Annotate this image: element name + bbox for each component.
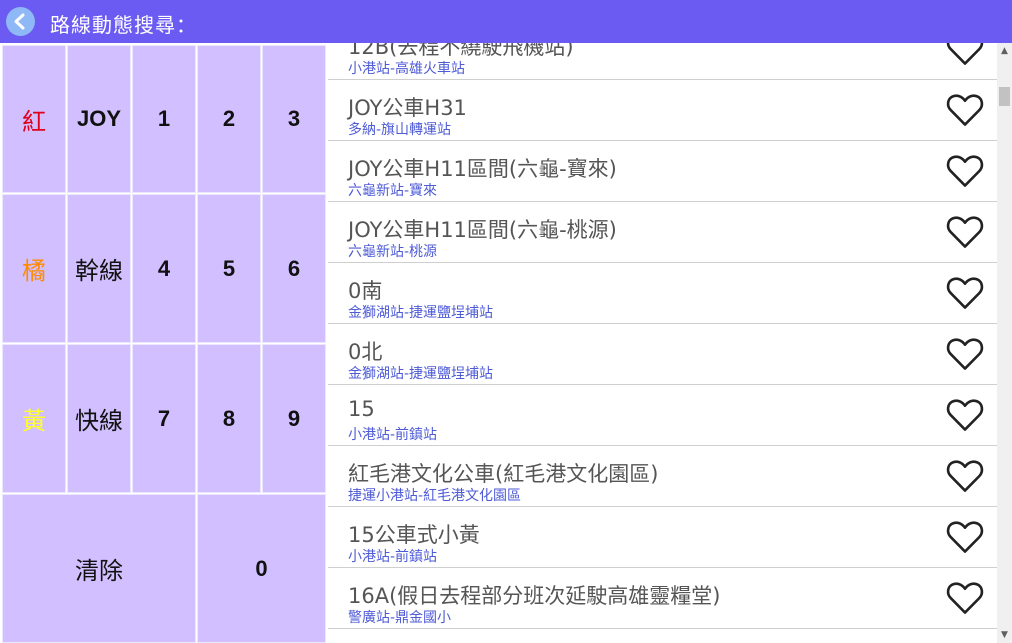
- digit-key-3[interactable]: 3: [262, 45, 326, 193]
- route-name: JOY公車H11區間(六龜-寶來): [348, 157, 617, 181]
- heart-outline-icon[interactable]: [945, 396, 985, 432]
- page-title: 路線動態搜尋：: [50, 13, 197, 37]
- clear-button[interactable]: 清除: [2, 494, 196, 643]
- route-list: 12B(去程不繞駛飛機站) 小港站-高雄火車站 JOY公車H31 多納-旗山轉運…: [328, 43, 997, 643]
- route-stops: 金獅湖站-捷運鹽埕埔站: [348, 366, 494, 382]
- heart-outline-icon[interactable]: [945, 274, 985, 310]
- heart-outline-icon[interactable]: [945, 152, 985, 188]
- digit-key-7[interactable]: 7: [132, 344, 196, 493]
- vertical-scrollbar[interactable]: ▲ ▼: [997, 43, 1012, 643]
- digit-key-1[interactable]: 1: [132, 45, 196, 193]
- heart-outline-icon[interactable]: [945, 579, 985, 615]
- app-header: 路線動態搜尋：: [0, 0, 1012, 43]
- digit-key-4[interactable]: 4: [132, 194, 196, 343]
- route-stops: 六龜新站-桃源: [348, 244, 438, 260]
- triangle-up-icon: ▲: [1001, 46, 1008, 56]
- heart-outline-icon[interactable]: [945, 213, 985, 249]
- heart-outline-icon[interactable]: [945, 518, 985, 554]
- route-list-item[interactable]: JOY公車H31 多納-旗山轉運站: [328, 80, 997, 141]
- route-list-item[interactable]: 紅毛港文化公車(紅毛港文化園區) 捷運小港站-紅毛港文化園區: [328, 446, 997, 507]
- category-key-express[interactable]: 快線: [67, 344, 131, 493]
- route-name: 0北: [348, 340, 383, 364]
- route-name: JOY公車H11區間(六龜-桃源): [348, 218, 617, 242]
- route-name: 16A(假日去程部分班次延駛高雄靈糧堂): [348, 584, 721, 608]
- digit-key-8[interactable]: 8: [197, 344, 261, 493]
- scroll-up-button[interactable]: ▲: [997, 43, 1012, 59]
- route-stops: 捷運小港站-紅毛港文化園區: [348, 488, 522, 504]
- route-stops: 小港站-前鎮站: [348, 549, 438, 565]
- heart-outline-icon[interactable]: [945, 43, 985, 66]
- scroll-down-button[interactable]: ▼: [997, 627, 1012, 643]
- scroll-thumb[interactable]: [999, 87, 1010, 106]
- route-list-item[interactable]: 15公車式小黃 小港站-前鎮站: [328, 507, 997, 568]
- route-stops: 小港站-高雄火車站: [348, 61, 466, 77]
- route-list-item[interactable]: 0南 金獅湖站-捷運鹽埕埔站: [328, 263, 997, 324]
- route-stops: 多納-旗山轉運站: [348, 122, 452, 138]
- back-button[interactable]: [6, 7, 35, 36]
- color-key-orange[interactable]: 橘: [2, 194, 66, 343]
- route-list-item[interactable]: 0北 金獅湖站-捷運鹽埕埔站: [328, 324, 997, 385]
- category-key-joy[interactable]: JOY: [67, 45, 131, 193]
- digit-key-2[interactable]: 2: [197, 45, 261, 193]
- route-name: 15公車式小黃: [348, 523, 480, 547]
- route-stops: 金獅湖站-捷運鹽埕埔站: [348, 305, 494, 321]
- route-keypad: 紅 JOY 1 2 3 橘 幹線 4 5 6 黃 快線 7 8 9 清除 0: [0, 43, 327, 643]
- heart-outline-icon[interactable]: [945, 335, 985, 371]
- route-name: JOY公車H31: [348, 96, 467, 120]
- route-list-item[interactable]: 12B(去程不繞駛飛機站) 小港站-高雄火車站: [328, 43, 997, 80]
- color-key-yellow[interactable]: 黃: [2, 344, 66, 493]
- digit-key-6[interactable]: 6: [262, 194, 326, 343]
- digit-key-9[interactable]: 9: [262, 344, 326, 493]
- route-list-item[interactable]: JOY公車H11區間(六龜-寶來) 六龜新站-寶來: [328, 141, 997, 202]
- route-list-item[interactable]: 16A(假日去程部分班次延駛高雄靈糧堂) 警廣站-鼎金國小: [328, 568, 997, 629]
- route-name: 0南: [348, 279, 383, 303]
- route-stops: 六龜新站-寶來: [348, 183, 438, 199]
- chevron-left-icon: [14, 13, 25, 30]
- triangle-down-icon: ▼: [1001, 630, 1008, 640]
- digit-key-5[interactable]: 5: [197, 194, 261, 343]
- route-stops: 小港站-前鎮站: [348, 427, 438, 443]
- digit-key-0[interactable]: 0: [197, 494, 326, 643]
- route-name: 紅毛港文化公車(紅毛港文化園區): [348, 462, 659, 486]
- heart-outline-icon[interactable]: [945, 91, 985, 127]
- heart-outline-icon[interactable]: [945, 457, 985, 493]
- color-key-red[interactable]: 紅: [2, 45, 66, 193]
- route-stops: 警廣站-鼎金國小: [348, 610, 452, 626]
- route-name: 15: [348, 397, 375, 421]
- route-list-item[interactable]: 15 小港站-前鎮站: [328, 385, 997, 446]
- route-list-item[interactable]: JOY公車H11區間(六龜-桃源) 六龜新站-桃源: [328, 202, 997, 263]
- category-key-trunk[interactable]: 幹線: [67, 194, 131, 343]
